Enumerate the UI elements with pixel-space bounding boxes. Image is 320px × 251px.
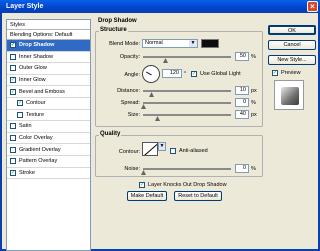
style-item-drop-shadow[interactable]: ✓ Drop Shadow (7, 40, 90, 52)
preview-image (281, 87, 299, 105)
window-title: Layer Style (6, 3, 44, 10)
angle-dial[interactable] (142, 65, 160, 83)
checkbox-drop-shadow[interactable]: ✓ (10, 42, 16, 49)
opacity-input[interactable]: 50 (235, 52, 249, 61)
checkbox-stroke[interactable]: ✓ (10, 169, 16, 176)
shadow-color-swatch[interactable] (201, 39, 219, 48)
checkbox-outer-glow[interactable] (10, 65, 16, 72)
angle-label: Angle: (124, 72, 140, 78)
use-global-light-checkbox[interactable]: ✓ Use Global Light (191, 71, 241, 77)
dialog-body: Styles Blending Options: Default ✓ Drop … (0, 13, 320, 251)
checkbox-inner-glow[interactable]: ✓ (10, 77, 16, 84)
style-item-label: Stroke (19, 169, 35, 176)
blend-mode-value: Normal (145, 40, 163, 46)
contour-dropdown[interactable]: ▼ (158, 142, 166, 151)
angle-input[interactable]: 120 (162, 69, 182, 78)
angle-unit: ° (184, 71, 187, 77)
reset-default-button[interactable]: Reset to Default (174, 191, 222, 201)
layer-knocks-out-box[interactable]: ✓ (139, 182, 145, 188)
style-item-texture[interactable]: Texture (7, 110, 90, 122)
noise-slider[interactable] (143, 168, 231, 170)
style-item-pattern-overlay[interactable]: Pattern Overlay (7, 156, 90, 168)
checkbox-color-overlay[interactable] (10, 135, 16, 142)
contour-label: Contour: (118, 149, 140, 155)
preview-thumbnail (274, 80, 304, 110)
style-item-label: Outer Glow (19, 65, 47, 72)
style-item-label: Satin (19, 123, 32, 130)
checkbox-texture[interactable] (17, 111, 23, 118)
noise-label: Noise: (124, 166, 140, 172)
new-style-button[interactable]: New Style... (268, 55, 316, 65)
style-item-satin[interactable]: Satin (7, 121, 90, 133)
blending-options-item[interactable]: Blending Options: Default (7, 30, 90, 40)
distance-input[interactable]: 10 (235, 86, 249, 95)
section-title-drop-shadow: Drop Shadow (98, 18, 137, 24)
style-item-label: Inner Glow (19, 77, 46, 84)
spread-slider[interactable] (143, 102, 231, 104)
style-item-outer-glow[interactable]: Outer Glow (7, 63, 90, 75)
make-default-button[interactable]: Make Default (127, 191, 167, 201)
noise-input[interactable]: 0 (235, 164, 249, 173)
window-title-bar: Layer Style × (0, 0, 320, 13)
layer-knocks-out-checkbox[interactable]: ✓ Layer Knocks Out Drop Shadow (139, 182, 227, 188)
style-item-label: Bevel and Emboss (19, 88, 65, 95)
checkbox-satin[interactable] (10, 123, 16, 130)
style-item-inner-glow[interactable]: ✓ Inner Glow (7, 75, 90, 87)
styles-list: Styles Blending Options: Default ✓ Drop … (6, 19, 91, 251)
chevron-down-icon: ▼ (159, 143, 165, 150)
opacity-label: Opacity: (119, 54, 140, 60)
styles-header[interactable]: Styles (7, 20, 90, 30)
style-item-inner-shadow[interactable]: Inner Shadow (7, 52, 90, 64)
use-global-light-box[interactable]: ✓ (191, 71, 197, 77)
distance-unit: px (251, 88, 257, 94)
size-unit: px (251, 112, 257, 118)
distance-slider[interactable] (143, 90, 231, 92)
contour-picker[interactable] (142, 142, 158, 156)
preview-label: Preview (281, 70, 301, 76)
anti-aliased-label: Anti-aliased (179, 148, 208, 154)
checkbox-gradient-overlay[interactable] (10, 146, 16, 153)
anti-aliased-box[interactable] (170, 148, 176, 154)
style-item-stroke[interactable]: ✓ Stroke (7, 168, 90, 180)
chevron-down-icon: ▼ (189, 40, 197, 47)
style-item-label: Texture (26, 111, 45, 118)
checkbox-inner-shadow[interactable] (10, 53, 16, 60)
use-global-light-label: Use Global Light (200, 71, 241, 77)
quality-title: Quality (99, 131, 122, 137)
style-item-label: Inner Shadow (19, 53, 53, 60)
anti-aliased-checkbox[interactable]: Anti-aliased (170, 148, 208, 154)
style-item-label: Pattern Overlay (19, 158, 58, 165)
opacity-unit: % (251, 54, 256, 60)
blend-mode-select[interactable]: Normal ▼ (142, 39, 198, 48)
checkbox-bevel-emboss[interactable]: ✓ (10, 88, 16, 95)
blend-mode-label: Blend Mode: (109, 41, 140, 47)
style-item-label: Gradient Overlay (19, 146, 61, 153)
spread-label: Spread: (120, 100, 140, 106)
size-slider[interactable] (143, 114, 231, 116)
checkbox-contour[interactable]: ✓ (17, 100, 23, 107)
size-input[interactable]: 40 (235, 110, 249, 119)
cancel-button[interactable]: Cancel (268, 40, 316, 50)
ok-button[interactable]: OK (268, 25, 316, 35)
spread-input[interactable]: 0 (235, 98, 249, 107)
style-item-bevel-emboss[interactable]: ✓ Bevel and Emboss (7, 86, 90, 98)
layer-knocks-out-label: Layer Knocks Out Drop Shadow (148, 182, 227, 188)
close-icon[interactable]: × (307, 1, 318, 12)
preview-box[interactable]: ✓ (272, 70, 278, 76)
style-item-label: Contour (26, 100, 46, 107)
preview-checkbox[interactable]: ✓ Preview (272, 70, 301, 76)
distance-label: Distance: (117, 88, 140, 94)
style-item-contour[interactable]: ✓ Contour (7, 98, 90, 110)
checkbox-pattern-overlay[interactable] (10, 158, 16, 165)
style-item-color-overlay[interactable]: Color Overlay (7, 133, 90, 145)
angle-needle (146, 71, 152, 76)
opacity-slider[interactable] (143, 56, 231, 58)
style-item-gradient-overlay[interactable]: Gradient Overlay (7, 144, 90, 156)
style-item-label: Drop Shadow (19, 42, 55, 49)
structure-title: Structure (99, 27, 128, 33)
size-label: Size: (127, 112, 140, 118)
noise-unit: % (251, 166, 256, 172)
spread-unit: % (251, 100, 256, 106)
style-item-label: Color Overlay (19, 135, 53, 142)
